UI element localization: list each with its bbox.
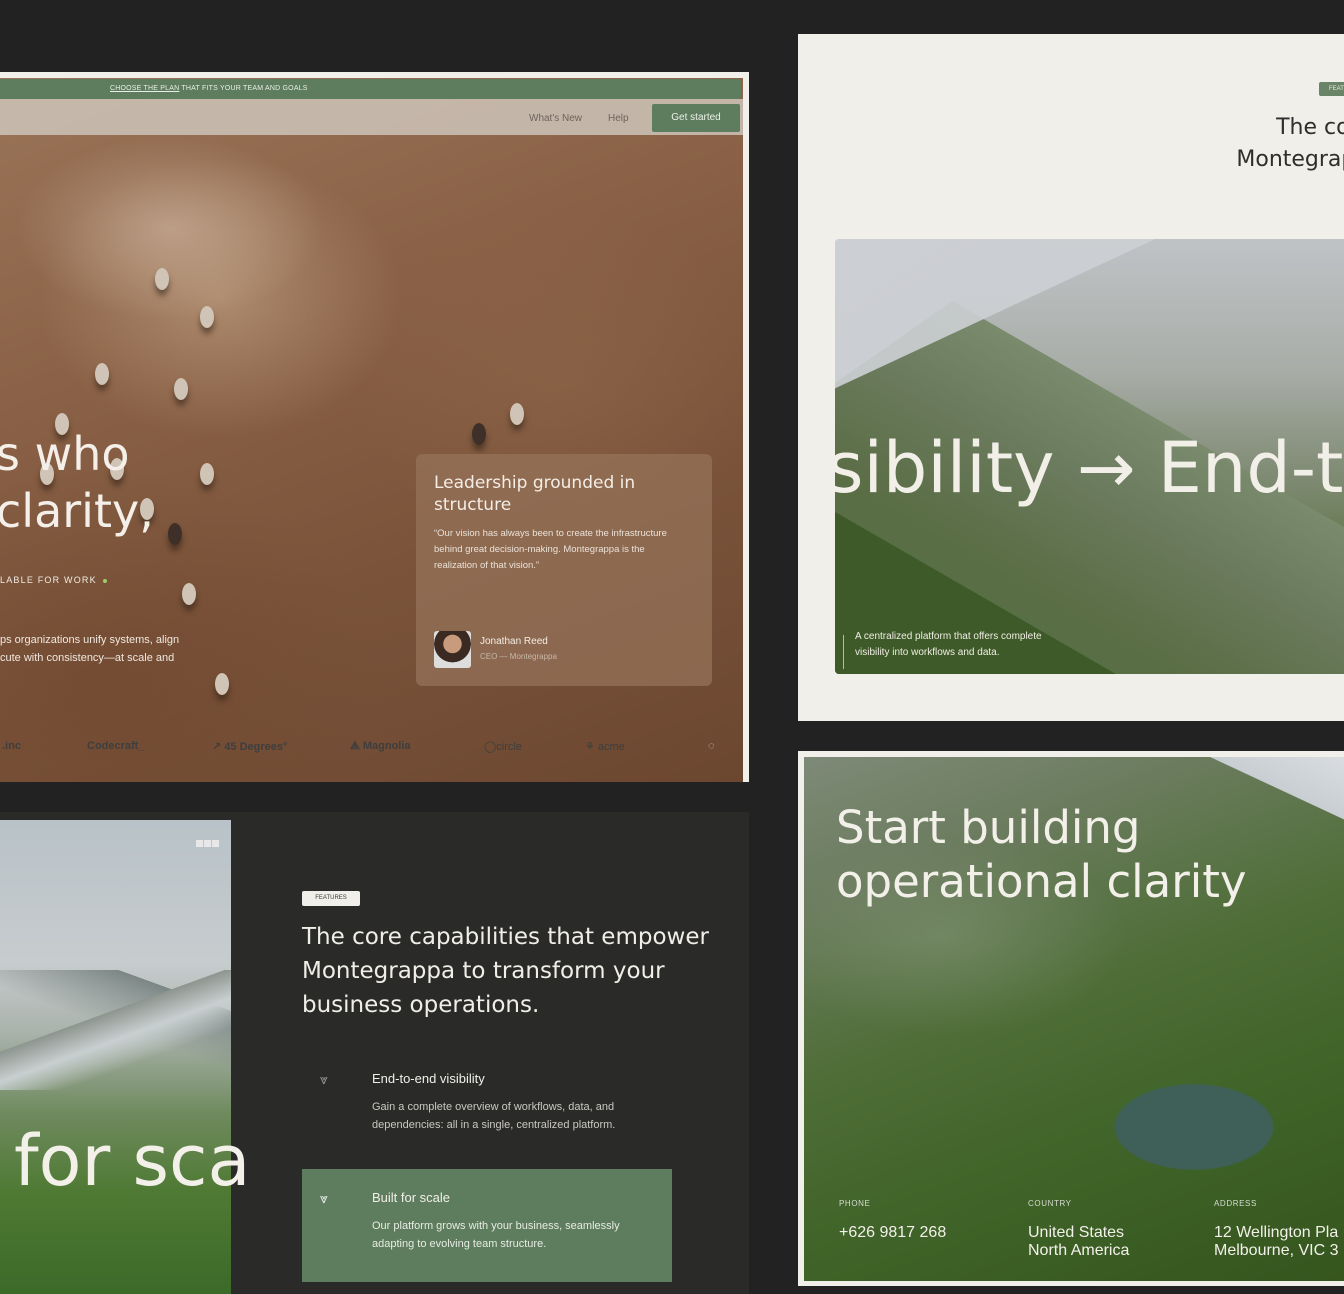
logo-acme: ⚘ acme <box>585 741 625 753</box>
country-label: COUNTRY <box>1028 1199 1072 1208</box>
feature-caption-line2: visibility into workflows and data. <box>855 647 1000 658</box>
testimonial-quote: “Our vision has always been to create th… <box>434 528 667 571</box>
logo-badge: ◌ <box>708 740 715 752</box>
promo-link[interactable]: CHOOSE THE PLAN <box>110 85 179 92</box>
status-dot-icon <box>102 578 107 583</box>
address-value: 12 Wellington Pla Melbourne, VIC 3 <box>1214 1224 1339 1260</box>
chevron-double-down-icon: ⩔ <box>320 1072 328 1088</box>
logo-magnolia: ⟁ Magnolia <box>350 740 411 752</box>
get-started-button[interactable]: Get started <box>652 104 740 132</box>
address-line2: Melbourne, VIC 3 <box>1214 1242 1339 1259</box>
availability-text: LABLE FOR WORK <box>0 575 97 585</box>
hero-headline-line2: clarity, <box>0 484 154 538</box>
feature-item-visibility[interactable]: ⩔ End-to-end visibility Gain a complete … <box>302 1050 672 1163</box>
features-dark-panel: for sca FEATURES The core capabilities t… <box>0 812 749 1294</box>
sheep <box>510 403 524 425</box>
window-controls[interactable] <box>196 834 220 852</box>
contact-headline-line1: Start building <box>836 801 1141 854</box>
promo-text: THAT FITS YOUR TEAM AND GOALS <box>179 85 308 92</box>
caption-divider <box>843 635 844 669</box>
sheep <box>200 306 214 328</box>
avatar <box>434 631 471 668</box>
alpine-image: for sca <box>0 820 250 1294</box>
testimonial-role: CEO — Montegrappa <box>480 652 557 661</box>
top-nav: What's New Help Get started <box>0 99 743 135</box>
country-line1: United States <box>1028 1224 1125 1241</box>
mountain-image: sibility → End-to A centralized platform… <box>835 239 1344 674</box>
features-heading-line3: operc <box>1044 176 1344 208</box>
contact-headline: Start building operational clarity <box>836 801 1247 909</box>
sheep <box>182 583 196 605</box>
phone-value[interactable]: +626 9817 268 <box>839 1224 946 1242</box>
scale-big-text: for sca <box>14 1120 251 1202</box>
window-control-icon[interactable] <box>212 840 219 847</box>
features-heading: The core capabili Montegrappa to tran op… <box>1044 112 1344 208</box>
sheep <box>168 523 182 545</box>
nav-help[interactable]: Help <box>608 113 629 124</box>
hero-description-line1: ps organizations unify systems, align <box>0 634 180 646</box>
features-tag: FEATURES <box>302 891 360 906</box>
promo-banner[interactable]: CHOOSE THE PLAN THAT FITS YOUR TEAM AND … <box>0 79 741 99</box>
feature-caption-line1: A centralized platform that offers compl… <box>855 631 1042 642</box>
feature-item-scale[interactable]: ⩔ Built for scale Our platform grows wit… <box>302 1169 672 1282</box>
logo-45-degrees: ↗ 45 Degrees° <box>212 741 288 753</box>
testimonial-name: Jonathan Reed <box>480 636 548 647</box>
feature-title: Built for scale <box>372 1190 451 1205</box>
sheep <box>215 673 229 695</box>
feature-body: Gain a complete overview of workflows, d… <box>372 1101 616 1131</box>
hero-headline-line1: s who <box>0 427 130 481</box>
sheep <box>174 378 188 400</box>
features-heading: The core capabilities that empower Monte… <box>302 924 709 1018</box>
logo-codecraft: Codecraft_ <box>87 740 145 752</box>
contact-panel: Start building operational clarity PHONE… <box>798 751 1344 1286</box>
lake-valley-image: Start building operational clarity PHONE… <box>804 757 1344 1281</box>
nav-whats-new[interactable]: What's New <box>529 113 582 124</box>
sheep <box>200 463 214 485</box>
phone-label: PHONE <box>839 1199 871 1208</box>
country-value: United States North America <box>1028 1224 1129 1260</box>
features-heading-line2: Montegrappa to tran <box>1236 147 1344 172</box>
feature-caption: A centralized platform that offers compl… <box>855 629 1042 661</box>
address-line1: 12 Wellington Pla <box>1214 1224 1339 1241</box>
hero-description: ps organizations unify systems, align cu… <box>0 631 200 667</box>
availability-badge: LABLE FOR WORK <box>0 575 107 585</box>
testimonial-card: Leadership grounded in structure “Our vi… <box>416 454 712 686</box>
features-heading-line1: The core capabili <box>1276 115 1344 140</box>
address-label: ADDRESS <box>1214 1199 1257 1208</box>
sheep <box>95 363 109 385</box>
feature-title: End-to-end visibility <box>372 1071 485 1086</box>
contact-headline-line2: operational clarity <box>836 855 1247 908</box>
sheep <box>472 423 486 445</box>
testimonial-title: Leadership grounded in structure <box>434 473 636 515</box>
country-line2: North America <box>1028 1242 1130 1259</box>
logo-circle: ◯circle <box>484 741 522 753</box>
features-tag: FEAT <box>1319 82 1344 96</box>
feature-body: Our platform grows with your business, s… <box>372 1220 620 1250</box>
hero-panel: CHOOSE THE PLAN THAT FITS YOUR TEAM AND … <box>0 72 749 782</box>
hero-description-line2: cute with consistency—at scale and <box>0 652 175 664</box>
logo-inc: .inc <box>2 740 21 752</box>
chevron-double-down-icon: ⩔ <box>320 1191 328 1207</box>
feature-big-text: sibility → End-to <box>835 427 1344 509</box>
sheep <box>155 268 169 290</box>
window-control-icon[interactable] <box>196 840 203 847</box>
window-control-icon[interactable] <box>204 840 211 847</box>
features-light-panel: FEAT The core capabili Montegrappa to tr… <box>798 34 1344 721</box>
